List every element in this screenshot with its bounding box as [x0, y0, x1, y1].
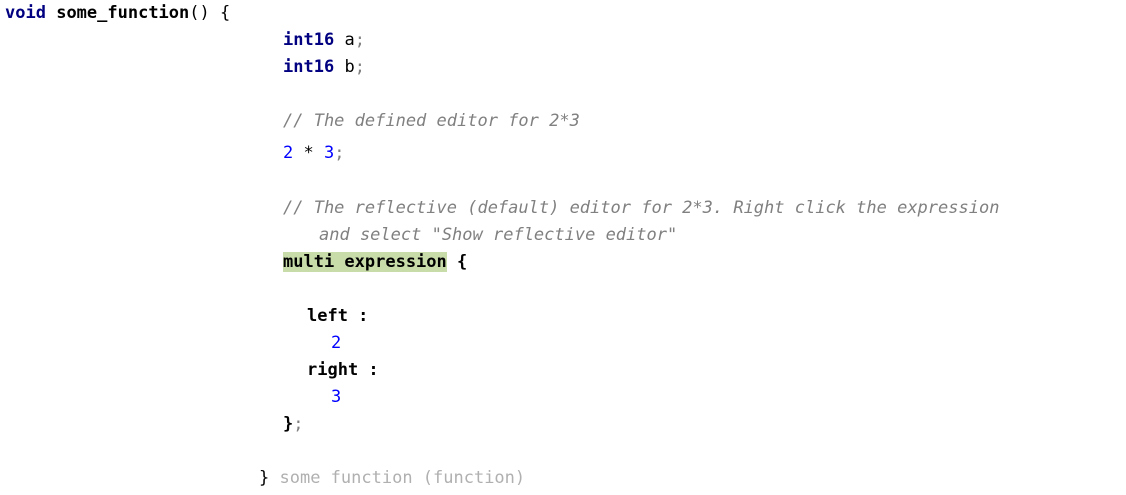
semicolon: ; [334, 143, 345, 163]
function-close-annotation: some function (function) [279, 468, 526, 488]
variable-name[interactable]: b [344, 57, 354, 77]
type-keyword[interactable]: int16 [283, 30, 334, 50]
reflective-editor-close: }; [283, 411, 304, 438]
right-property-label: right : [307, 360, 379, 380]
multiply-expression[interactable]: 2 * 3; [283, 140, 345, 167]
right-property-value[interactable]: 3 [331, 384, 341, 411]
function-close-brace: } [259, 468, 270, 488]
expression-right-operand[interactable]: 3 [324, 143, 334, 163]
function-close: } some function (function) [259, 465, 525, 492]
function-open-brace: { [220, 3, 231, 23]
expression-left-operand[interactable]: 2 [283, 143, 293, 163]
semicolon: ; [293, 414, 304, 434]
return-type-keyword[interactable]: void [5, 3, 46, 23]
comment-defined-editor[interactable]: // The defined editor for 2*3 [283, 108, 580, 135]
reflective-open-brace: { [457, 252, 468, 272]
function-params: () [189, 3, 210, 23]
concept-name[interactable]: multi expression [283, 252, 447, 272]
expression-operator[interactable]: * [304, 143, 314, 163]
function-name[interactable]: some_function [56, 3, 189, 23]
semicolon: ; [354, 30, 365, 50]
reflective-editor-header: multi expression { [283, 249, 467, 276]
semicolon: ; [354, 57, 365, 77]
comment-reflective-editor-line1[interactable]: // The reflective (default) editor for 2… [283, 195, 999, 222]
reflective-close-brace: } [283, 414, 294, 434]
left-property-value[interactable]: 2 [331, 330, 341, 357]
left-property-label: left : [307, 306, 369, 326]
type-keyword[interactable]: int16 [283, 57, 334, 77]
declaration-b[interactable]: int16 b; [283, 54, 365, 81]
declaration-a[interactable]: int16 a; [283, 27, 365, 54]
variable-name[interactable]: a [344, 30, 354, 50]
comment-reflective-editor-line2[interactable]: and select "Show reflective editor" [319, 222, 677, 249]
function-header: void some_function() { [5, 0, 230, 27]
